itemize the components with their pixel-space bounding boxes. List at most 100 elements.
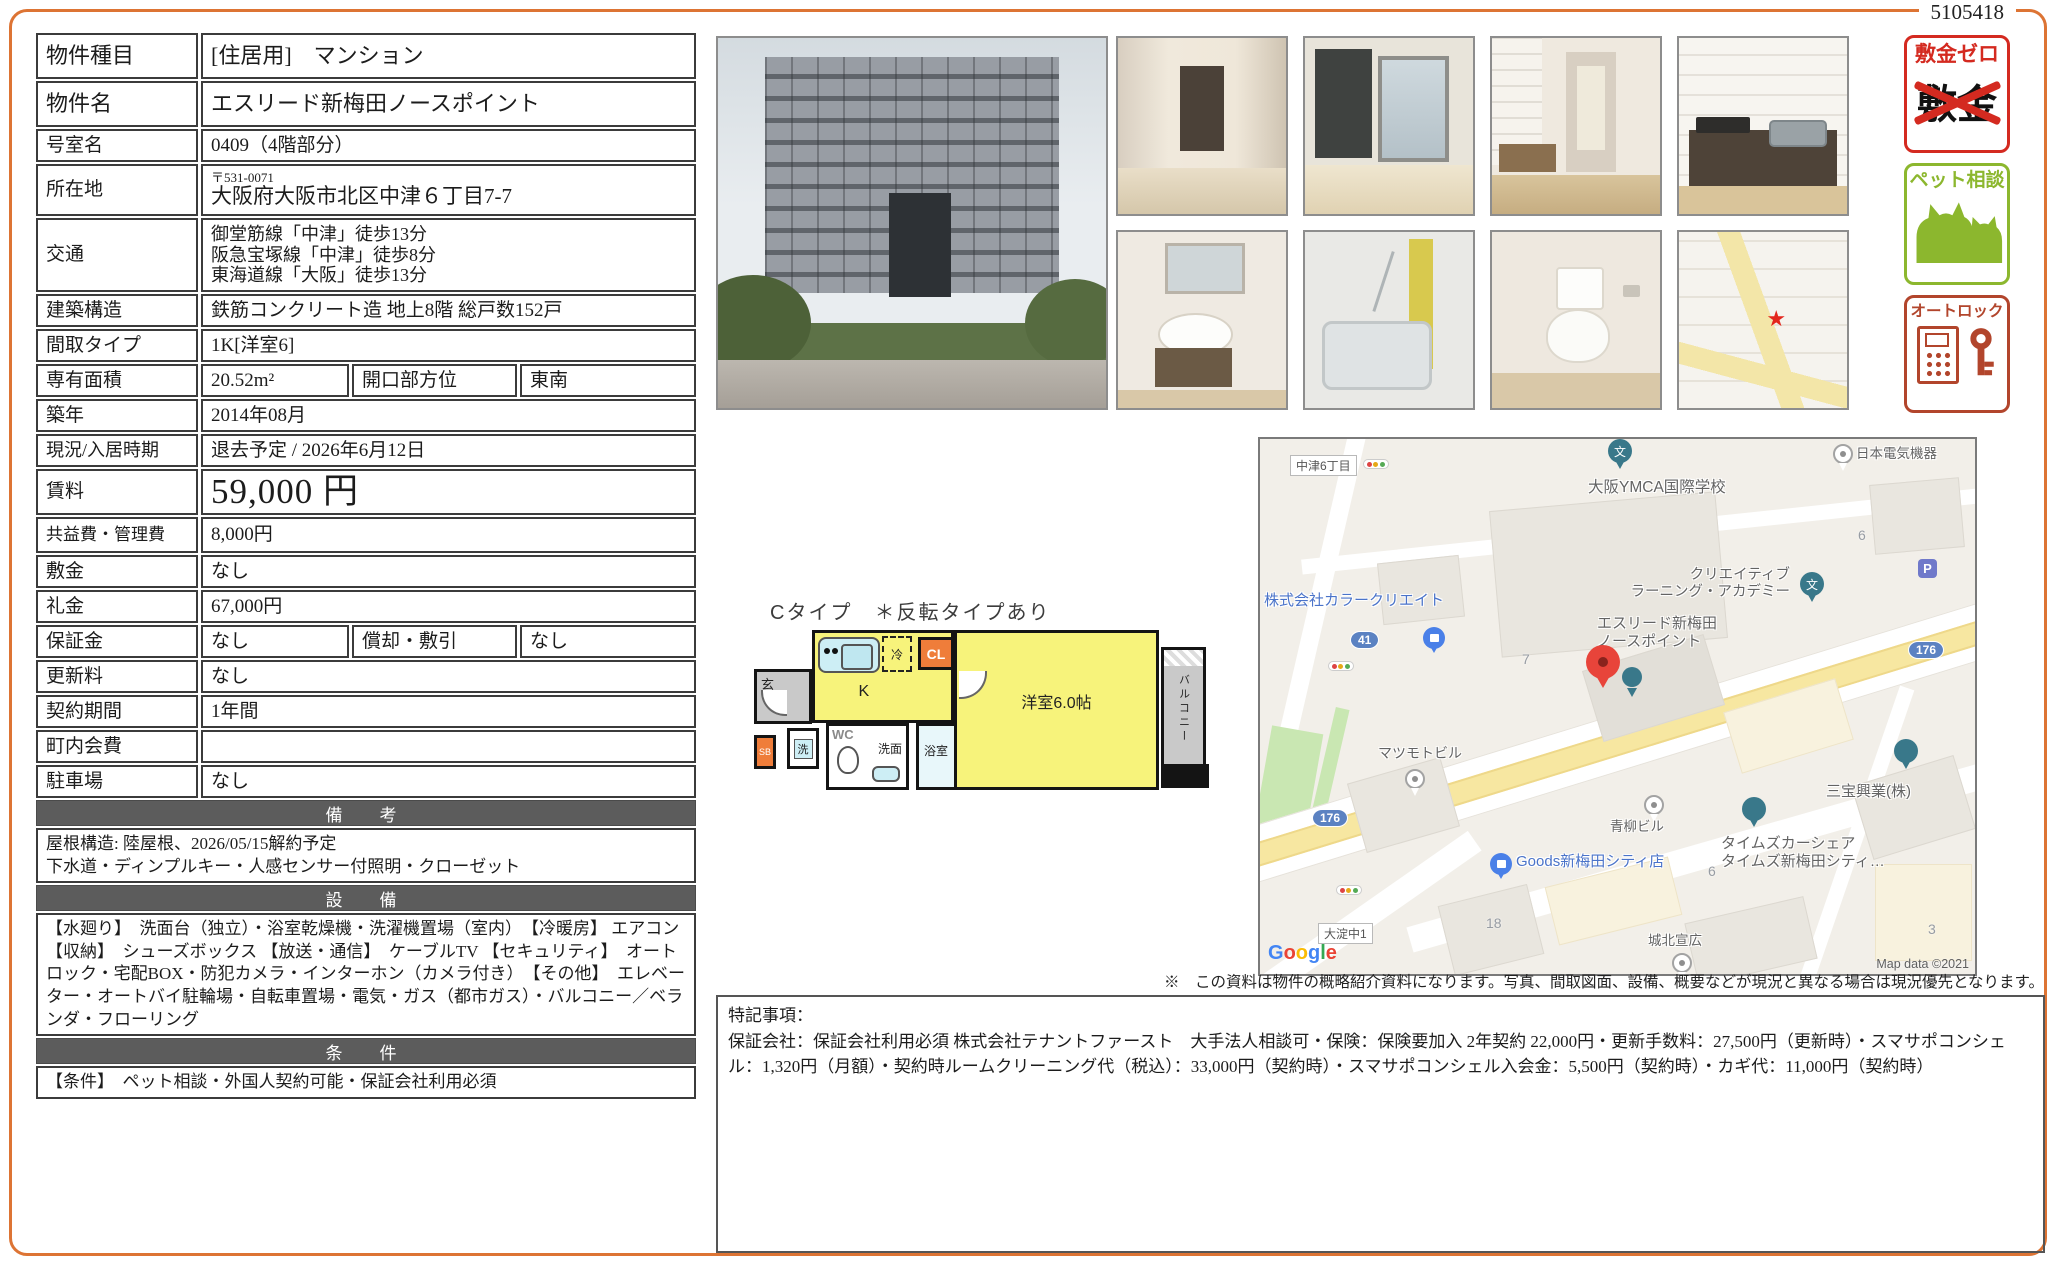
row-label: 駐車場 bbox=[36, 765, 198, 798]
route-176-badge: 176 bbox=[1312, 809, 1348, 827]
traffic-light-icon bbox=[1328, 661, 1354, 671]
badge-autolock: オートロック bbox=[1904, 295, 2010, 413]
kitchen-sink-icon bbox=[818, 637, 880, 673]
row-label: 保証金 bbox=[36, 625, 198, 658]
store-pin-icon bbox=[1423, 627, 1445, 649]
conditions-body: 【条件】 ペット相談・外国人契約可能・保証会社利用必須 bbox=[36, 1066, 696, 1099]
google-map[interactable]: 中津6丁目 文 大阪YMCA国際学校 日本電気機器 6 P 株式会社カラークリエ… bbox=[1258, 437, 1977, 976]
special-notes-box: 特記事項： 保証会社：保証会社利用必須 株式会社テナントファースト 大手法人相談… bbox=[716, 995, 2045, 1253]
row-label: 物件名 bbox=[36, 81, 198, 127]
row-label: 交通 bbox=[36, 218, 198, 292]
badge-pets-title: ペット相談 bbox=[1907, 171, 2007, 192]
floorplan: 玄 SB 洗 WC 洗面 浴室 K 冷 CL 洋室6.0帖 bbox=[749, 630, 1209, 794]
badge-no-deposit: 敷金ゼロ 敷金 bbox=[1904, 35, 2010, 153]
row-label: 償却・敷引 bbox=[352, 625, 517, 658]
room-floor bbox=[1305, 165, 1473, 214]
intercom-icon bbox=[1917, 326, 1959, 384]
basin-cabinet bbox=[1155, 348, 1232, 387]
guarantee-value: なし bbox=[201, 625, 349, 658]
washroom-floor bbox=[1118, 390, 1286, 408]
shower-hose bbox=[1373, 251, 1395, 312]
balcony-wall bbox=[1161, 764, 1209, 788]
corridor-door bbox=[1180, 66, 1224, 150]
row-label: 契約期間 bbox=[36, 695, 198, 728]
table-row: 築年 2014年08月 bbox=[36, 399, 696, 432]
address-cell: 〒531-0071 大阪府大阪市北区中津６丁目7-7 bbox=[201, 164, 696, 216]
remarks-body: 屋根構造: 陸屋根、2026/05/15解約予定 下水道・ディンプルキー・人感セ… bbox=[36, 828, 696, 883]
row-label: 専有面積 bbox=[36, 364, 198, 397]
map-place-ymca: 大阪YMCA国際学校 bbox=[1588, 479, 1726, 498]
photo-corridor bbox=[1116, 36, 1288, 216]
row-value: 67,000円 bbox=[201, 590, 696, 623]
area-value: 20.52m² bbox=[201, 364, 349, 397]
burner-dot bbox=[824, 648, 830, 654]
photo-kitchen-corridor bbox=[1490, 36, 1662, 216]
photo-washbasin bbox=[1116, 230, 1288, 410]
traffic-light-icon bbox=[1336, 885, 1362, 895]
pets-silhouette-icon bbox=[1911, 192, 2003, 266]
map-block-number: 6 bbox=[1708, 863, 1716, 879]
table-row: 間取タイプ 1K[洋室6] bbox=[36, 329, 696, 362]
map-star-icon: ★ bbox=[1766, 306, 1786, 332]
row-value: 退去予定 / 2026年6月12日 bbox=[201, 434, 696, 467]
map-block-number: 18 bbox=[1486, 915, 1502, 931]
sink-bowl bbox=[841, 644, 873, 670]
badge-autolock-title: オートロック bbox=[1907, 303, 2007, 320]
kitchen-counter bbox=[1499, 144, 1556, 172]
row-label: 共益費・管理費 bbox=[36, 517, 198, 553]
balcony-window bbox=[1378, 56, 1450, 163]
badge-pets-ok: ペット相談 bbox=[1904, 163, 2010, 285]
row-value: 0409（4階部分） bbox=[201, 129, 696, 162]
map-attribution: Map data ©2021 bbox=[1876, 957, 1969, 971]
table-row: 敷金 なし bbox=[36, 555, 696, 588]
table-row: 更新料 なし bbox=[36, 660, 696, 693]
paper-holder bbox=[1623, 285, 1640, 297]
row-label: 更新料 bbox=[36, 660, 198, 693]
map-place-johoku: 城北宣広 bbox=[1648, 933, 1702, 949]
remarks-header: 備 考 bbox=[36, 800, 696, 826]
place-pin-icon bbox=[1894, 739, 1918, 763]
wood-floor bbox=[1492, 175, 1660, 214]
property-pin-icon bbox=[1586, 645, 1620, 679]
map-building bbox=[1869, 477, 1965, 555]
toilet-tank bbox=[1556, 267, 1604, 310]
gas-stove bbox=[1696, 117, 1750, 133]
table-row: 所在地 〒531-0071 大阪府大阪市北区中津６丁目7-7 bbox=[36, 164, 696, 216]
row-value: 1K[洋室6] bbox=[201, 329, 696, 362]
label-balcony: バルコニー bbox=[1176, 674, 1192, 744]
label-washer: 洗 bbox=[794, 739, 813, 759]
label-closet: CL bbox=[927, 646, 946, 662]
map-place-aoyagi: 青柳ビル bbox=[1610, 819, 1664, 835]
parking-badge-icon: P bbox=[1918, 559, 1937, 578]
row-label: 間取タイプ bbox=[36, 329, 198, 362]
row-label: 築年 bbox=[36, 399, 198, 432]
toilet-icon bbox=[837, 746, 859, 774]
store-pin-icon bbox=[1490, 853, 1512, 875]
label-main-room: 洋室6.0帖 bbox=[1021, 689, 1091, 713]
autolock-icon bbox=[1907, 326, 2007, 384]
photo-bedroom bbox=[1303, 36, 1475, 216]
property-name: エスリード新梅田ノースポイント bbox=[201, 81, 696, 127]
photo-kitchen bbox=[1677, 36, 1849, 216]
row-value: なし bbox=[201, 765, 696, 798]
room-washer: 洗 bbox=[787, 728, 819, 769]
school-pin-icon: 文 bbox=[1800, 572, 1824, 596]
row-value: 鉄筋コンクリート造 地上8階 総戸数152戸 bbox=[201, 294, 696, 327]
row-label: 物件種目 bbox=[36, 33, 198, 79]
transit-lines: 御堂筋線「中津」徒歩13分 阪急宝塚線「中津」徒歩8分 東海道線「大阪」徒歩13… bbox=[201, 218, 696, 292]
school-pin-icon: 文 bbox=[1608, 439, 1632, 463]
struck-deposit-text: 敷金 bbox=[1917, 72, 1997, 130]
route-41-badge: 41 bbox=[1350, 631, 1379, 649]
key-icon bbox=[1964, 326, 1998, 382]
table-row: 建築構造 鉄筋コンクリート造 地上8階 総戸数152戸 bbox=[36, 294, 696, 327]
map-place-times: タイムズカーシェア タイムズ新梅田シティ… bbox=[1721, 835, 1885, 871]
label-fridge: 冷 bbox=[891, 646, 903, 663]
table-row: 駐車場 なし bbox=[36, 765, 696, 798]
label-basin: 洗面 bbox=[878, 740, 902, 757]
row-value: 8,000円 bbox=[201, 517, 696, 553]
sink bbox=[1769, 120, 1827, 147]
place-pin-icon bbox=[1622, 667, 1642, 687]
table-row: 保証金 なし 償却・敷引 なし bbox=[36, 625, 696, 658]
map-place-matsumoto: マツモトビル bbox=[1378, 745, 1462, 762]
traffic-light-icon bbox=[1363, 459, 1389, 469]
